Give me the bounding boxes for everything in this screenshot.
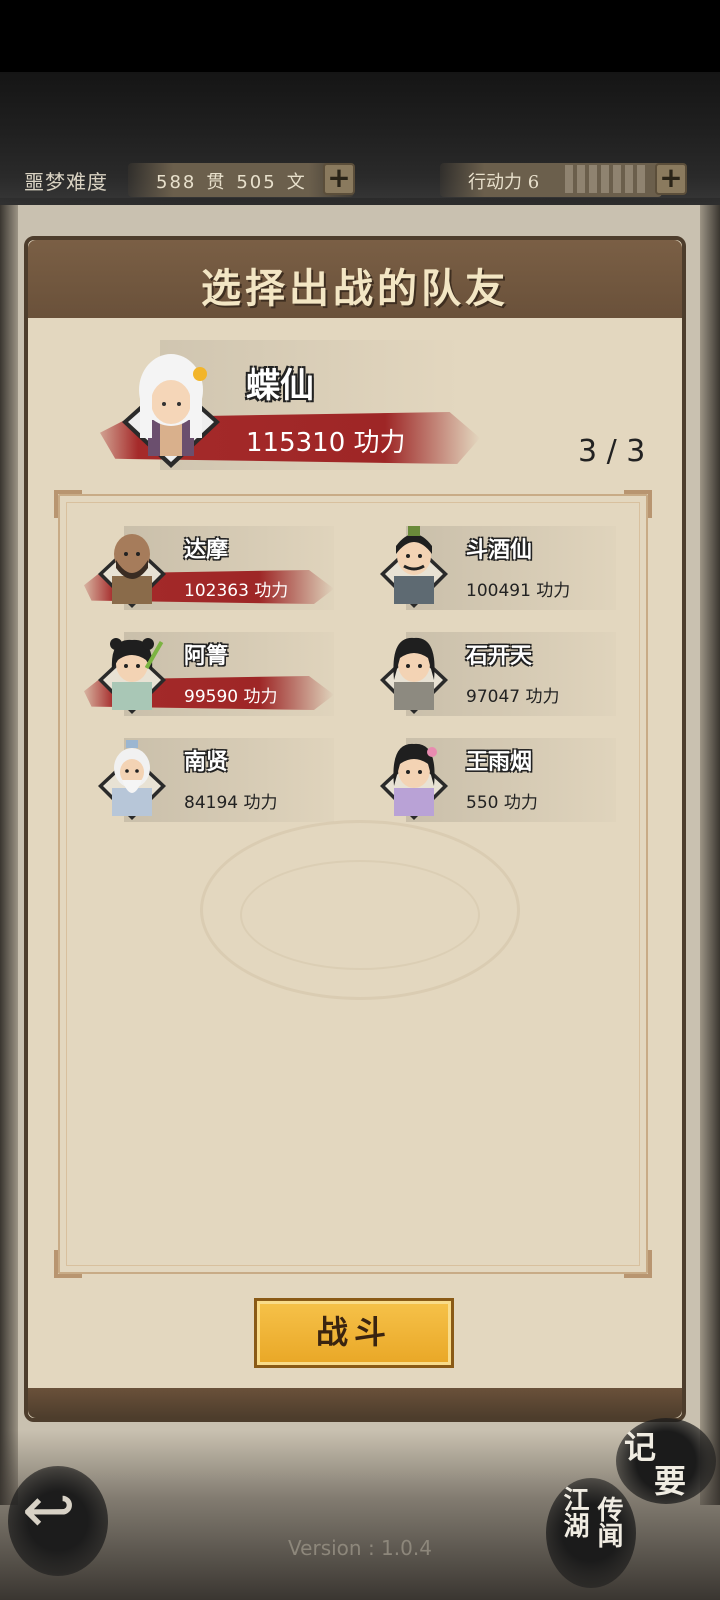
money-wen-value: 505 [236, 172, 277, 193]
add-stamina-button[interactable]: + [655, 163, 687, 195]
teammate-card[interactable]: 达摩 102363 功力 [84, 522, 334, 612]
stamina-label: 行动力 6 [468, 172, 540, 193]
teammate-name: 南贤 [184, 749, 229, 775]
stamina-pip [576, 164, 586, 194]
add-money-button[interactable]: + [323, 163, 355, 195]
stamina-pip [588, 164, 598, 194]
dragon-watermark-inner [240, 860, 480, 970]
leader-name: 蝶仙 [246, 366, 314, 406]
teammate-avatar [380, 743, 448, 820]
teammate-power: 99590 功力 [184, 687, 278, 707]
scroll-edge-right [700, 205, 720, 1505]
frame-corner [624, 490, 652, 518]
teammate-power: 84194 功力 [184, 793, 278, 813]
teammate-power: 100491 功力 [466, 581, 571, 601]
money-wen-unit: 文 [286, 172, 307, 193]
fight-button[interactable]: 战斗 [254, 1298, 454, 1368]
notes-char-2: 要 [654, 1462, 687, 1500]
status-bar-area [0, 0, 720, 72]
teammate-card[interactable]: 王雨烟 550 功力 [366, 734, 616, 824]
team-count: 3 / 3 [578, 434, 646, 469]
teammate-avatar [98, 740, 166, 820]
stamina-pip [600, 164, 610, 194]
teammate-card[interactable]: 斗酒仙 100491 功力 [366, 522, 616, 612]
teammate-avatar [380, 526, 448, 608]
leader-power: 115310 功力 [246, 428, 406, 458]
frame-corner [624, 1250, 652, 1278]
teammate-card[interactable]: 南贤 84194 功力 [84, 734, 334, 824]
panel-footer [28, 1388, 682, 1418]
teammate-power: 550 功力 [466, 793, 538, 813]
rumors-label-col1: 江湖 [559, 1486, 589, 1538]
money-display: 588 贯 505 文 [156, 168, 317, 194]
money-guan-unit: 贯 [206, 172, 227, 193]
teammate-avatar [98, 638, 166, 714]
money-guan-value: 588 [156, 172, 197, 193]
teammate-power: 102363 功力 [184, 581, 289, 601]
teammate-name: 斗酒仙 [466, 537, 533, 563]
frame-corner [54, 490, 82, 518]
teammate-avatar [380, 637, 448, 714]
stamina-pip [636, 164, 646, 194]
teammate-name: 王雨烟 [466, 749, 533, 775]
stamina-pip [564, 164, 574, 194]
teammate-name: 达摩 [184, 537, 229, 563]
teammate-card[interactable]: 阿箐 99590 功力 [84, 628, 334, 718]
stamina-pip [624, 164, 634, 194]
stamina-pips [564, 164, 646, 194]
frame-corner [54, 1250, 82, 1278]
stamina-pip [612, 164, 622, 194]
panel-title: 选择出战的队友 [201, 265, 509, 312]
difficulty-label: 噩梦难度 [24, 170, 108, 194]
teammate-power: 97047 功力 [466, 687, 560, 707]
teammate-avatar [98, 534, 166, 608]
teammate-name: 阿箐 [184, 643, 229, 669]
leader-avatar [122, 354, 220, 468]
teammate-name: 石开天 [466, 643, 533, 669]
teammate-card[interactable]: 石开天 97047 功力 [366, 628, 616, 718]
scroll-edge-left [0, 205, 18, 1505]
notes-char-1: 记 [624, 1428, 657, 1466]
version-label: Version : 1.0.4 [288, 1536, 432, 1560]
